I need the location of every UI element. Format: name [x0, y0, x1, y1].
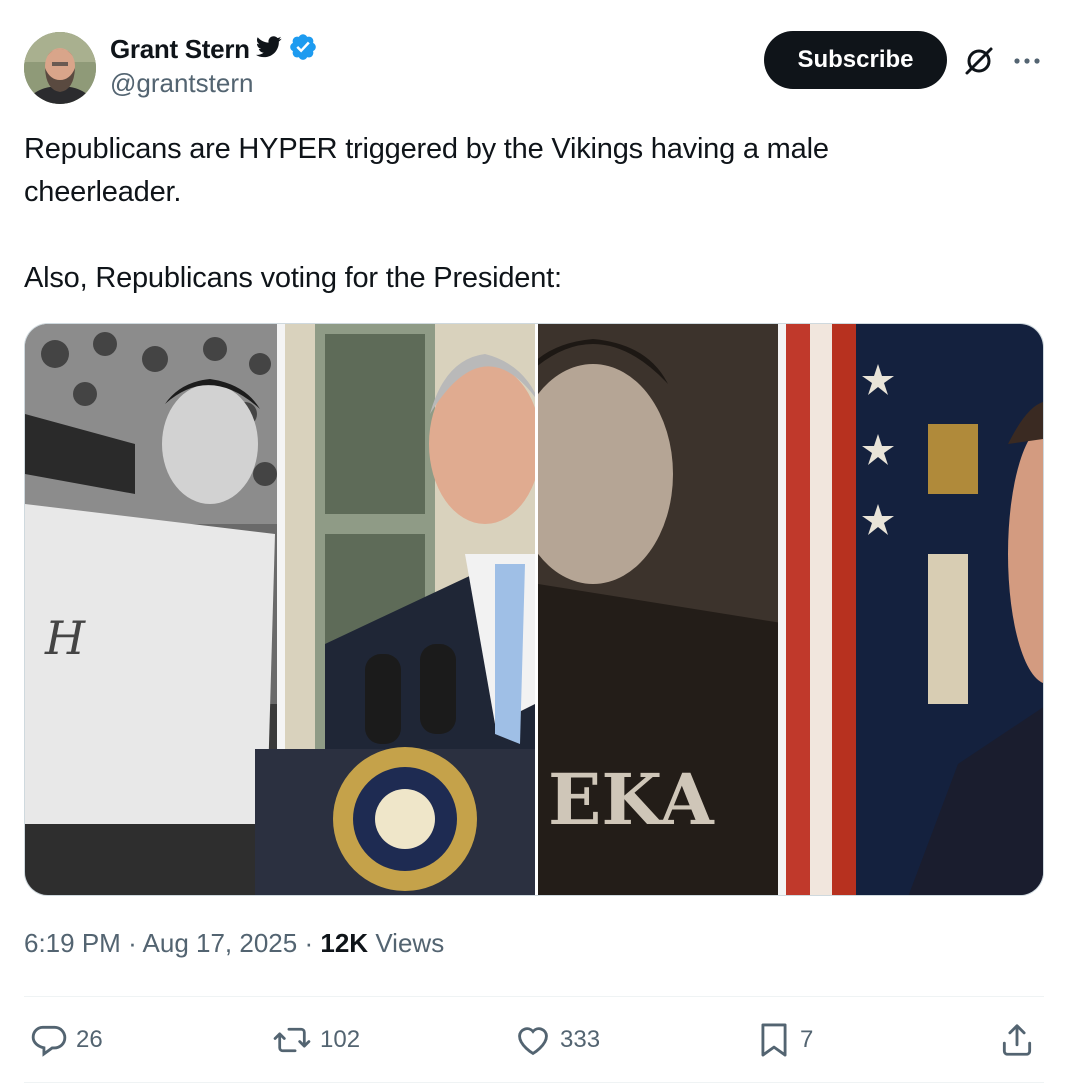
svg-text:EKA: EKA: [548, 758, 715, 841]
tweet-date[interactable]: Aug 17, 2025: [143, 928, 298, 958]
bookmark-button[interactable]: 7: [756, 1016, 813, 1064]
photo-right-collage: EKA: [538, 324, 1043, 895]
display-name-row[interactable]: Grant Stern: [110, 32, 318, 66]
divider-top: [24, 996, 1044, 997]
reply-count: 26: [76, 1026, 103, 1053]
reply-button[interactable]: 26: [30, 1016, 103, 1064]
avatar[interactable]: [24, 32, 96, 104]
tweet-time[interactable]: 6:19 PM: [24, 928, 121, 958]
divider-bottom: [24, 1082, 1044, 1083]
twitter-bird-icon: [255, 35, 282, 63]
verified-badge-icon[interactable]: [288, 32, 318, 67]
repost-button[interactable]: 102: [272, 1016, 360, 1064]
share-icon: [998, 1021, 1036, 1059]
reply-icon: [30, 1021, 68, 1059]
share-button[interactable]: [998, 1016, 1036, 1064]
svg-text:H: H: [44, 611, 86, 665]
tweet-meta: 6:19 PM · Aug 17, 2025 · 12K Views: [24, 928, 444, 959]
display-name[interactable]: Grant Stern: [110, 34, 250, 65]
repost-icon: [272, 1021, 312, 1059]
meta-separator-2: ·: [304, 928, 314, 958]
like-button[interactable]: 333: [514, 1016, 600, 1064]
subscribe-button[interactable]: Subscribe: [764, 31, 947, 89]
views-label: Views: [375, 928, 445, 958]
photo-left-collage: H: [25, 324, 535, 895]
more-icon[interactable]: [1010, 44, 1044, 78]
media-grid: H EKA: [24, 323, 1044, 896]
media-photo-left[interactable]: H: [25, 324, 535, 895]
avatar-image: [24, 32, 96, 104]
bookmark-icon: [756, 1021, 792, 1059]
like-count: 333: [560, 1026, 601, 1053]
tweet: Grant Stern @grantstern Subscribe Republ…: [0, 0, 1072, 1092]
media-photo-right[interactable]: EKA: [535, 324, 1043, 895]
handle[interactable]: @grantstern: [110, 68, 253, 99]
grok-icon[interactable]: [962, 44, 996, 78]
bookmark-count: 7: [800, 1026, 814, 1053]
meta-separator: ·: [128, 928, 137, 958]
tweet-text-line-1: Republicans are HYPER triggered by the V…: [24, 133, 829, 208]
tweet-text-line-2: Also, Republicans voting for the Preside…: [24, 262, 562, 294]
views-count: 12K: [320, 928, 369, 958]
heart-icon: [514, 1021, 552, 1059]
tweet-text: Republicans are HYPER triggered by the V…: [24, 128, 1024, 300]
repost-count: 102: [320, 1026, 361, 1053]
